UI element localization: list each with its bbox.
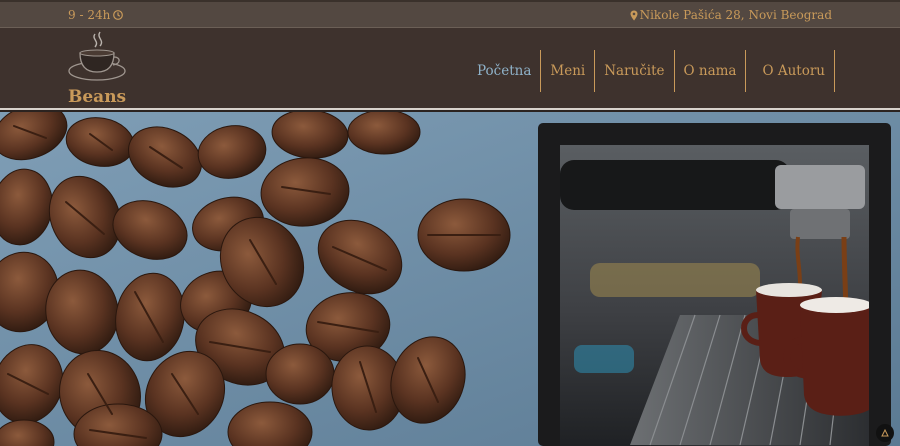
main-nav: Početna Meni Naručite O nama O Autoru	[468, 50, 835, 92]
clock-icon	[113, 10, 124, 20]
nav-item-o-autoru[interactable]: O Autoru	[746, 50, 835, 92]
top-info-bar: 9 - 24h Nikole Pašića 28, Novi Beograd	[0, 0, 900, 28]
opening-hours: 9 - 24h	[68, 8, 124, 22]
espresso-machine-photo	[560, 145, 869, 446]
site-logo[interactable]: Beans	[64, 28, 128, 110]
hero-section	[0, 112, 900, 446]
scroll-to-top-button[interactable]	[876, 424, 894, 442]
nav-item-pocetna[interactable]: Početna	[468, 50, 542, 92]
scroll-to-top-icon	[881, 429, 889, 437]
nav-item-meni[interactable]: Meni	[541, 50, 596, 92]
main-header: Beans Početna Meni Naručite O nama O Aut…	[0, 28, 900, 110]
hours-text: 9 - 24h	[68, 8, 111, 22]
coffee-cup-logo-icon	[68, 31, 126, 81]
nav-item-narucite[interactable]: Naručite	[595, 50, 675, 92]
map-pin-icon	[630, 10, 638, 20]
espresso-photo-frame	[538, 123, 891, 446]
brand-name: Beans	[68, 87, 127, 107]
address-text: Nikole Pašića 28, Novi Beograd	[639, 8, 832, 22]
address: Nikole Pašića 28, Novi Beograd	[630, 8, 832, 22]
nav-item-o-nama[interactable]: O nama	[675, 50, 747, 92]
